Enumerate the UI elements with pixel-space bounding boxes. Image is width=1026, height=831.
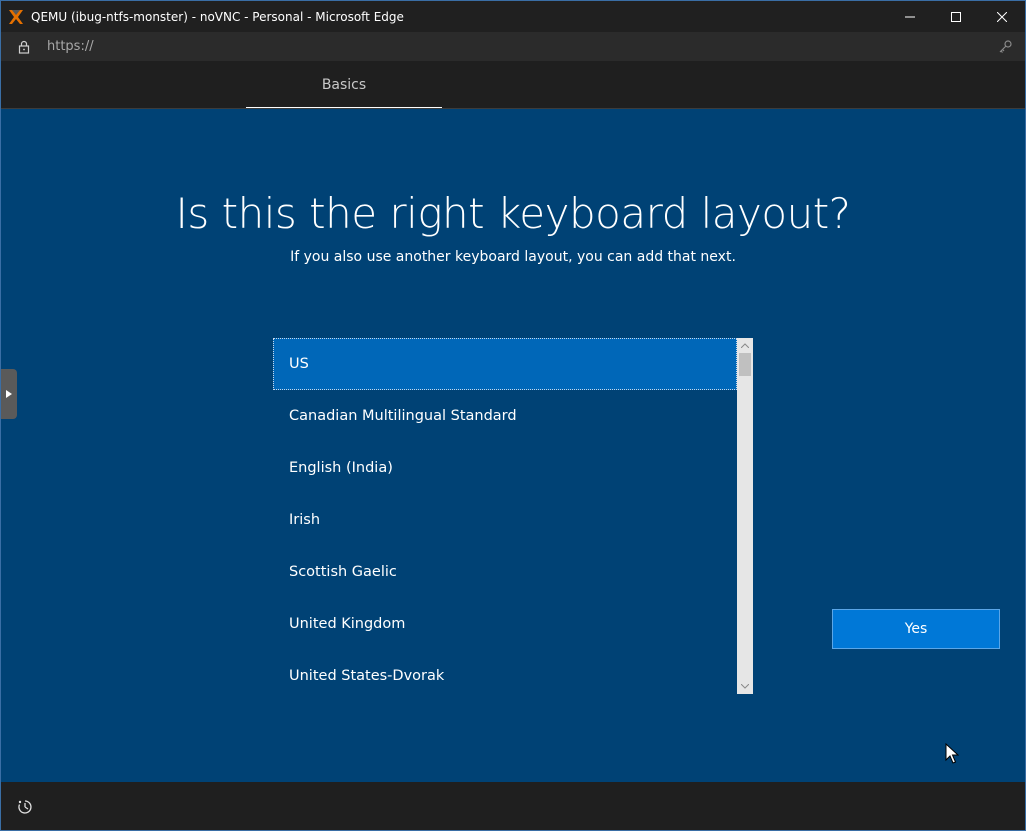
oobe-header: Basics — [1, 61, 1025, 109]
list-item-english-india[interactable]: English (India) — [273, 442, 737, 494]
scroll-thumb[interactable] — [739, 353, 751, 376]
yes-button[interactable]: Yes — [832, 609, 1000, 649]
list-item-scottish-gaelic[interactable]: Scottish Gaelic — [273, 546, 737, 598]
url-text[interactable]: https:// — [47, 39, 94, 54]
maximize-icon — [951, 11, 961, 22]
mouse-cursor-icon — [945, 743, 959, 764]
list-item-us[interactable]: US — [273, 338, 737, 390]
minimize-icon — [905, 16, 915, 17]
close-icon — [997, 11, 1007, 22]
list-item-irish[interactable]: Irish — [273, 494, 737, 546]
proxmox-x-icon — [9, 9, 23, 24]
close-button[interactable] — [979, 1, 1025, 32]
list-item-united-kingdom[interactable]: United Kingdom — [273, 598, 737, 650]
novnc-control-bar-handle[interactable] — [1, 369, 17, 419]
oobe-main-panel: Is this the right keyboard layout? If yo… — [1, 109, 1025, 782]
list-item-united-states-dvorak[interactable]: United States-Dvorak — [273, 650, 737, 694]
oobe-footer — [1, 782, 1025, 830]
list-item-canadian-multilingual[interactable]: Canadian Multilingual Standard — [273, 390, 737, 442]
keyboard-layout-list[interactable]: US Canadian Multilingual Standard Englis… — [273, 338, 753, 694]
window-title: QEMU (ibug-ntfs-monster) - noVNC - Perso… — [31, 9, 404, 24]
ease-of-access-icon[interactable] — [17, 799, 33, 815]
chevron-down-icon — [741, 684, 749, 689]
tab-basics: Basics — [321, 77, 367, 93]
page-title: Is this the right keyboard layout? — [175, 189, 851, 238]
minimize-button[interactable] — [887, 1, 933, 32]
maximize-button[interactable] — [933, 1, 979, 32]
scroll-up-button[interactable] — [737, 338, 753, 353]
arrow-right-icon — [6, 390, 12, 398]
address-bar[interactable]: https:// — [0, 32, 1026, 61]
lock-icon[interactable] — [17, 40, 31, 54]
key-icon[interactable] — [998, 39, 1013, 54]
window-frame-left — [0, 61, 1, 831]
page-subtitle: If you also use another keyboard layout,… — [290, 249, 736, 265]
list-scrollbar[interactable] — [737, 338, 753, 694]
browser-title-bar: QEMU (ibug-ntfs-monster) - noVNC - Perso… — [0, 0, 1026, 32]
scroll-down-button[interactable] — [737, 679, 753, 694]
chevron-up-icon — [741, 343, 749, 348]
